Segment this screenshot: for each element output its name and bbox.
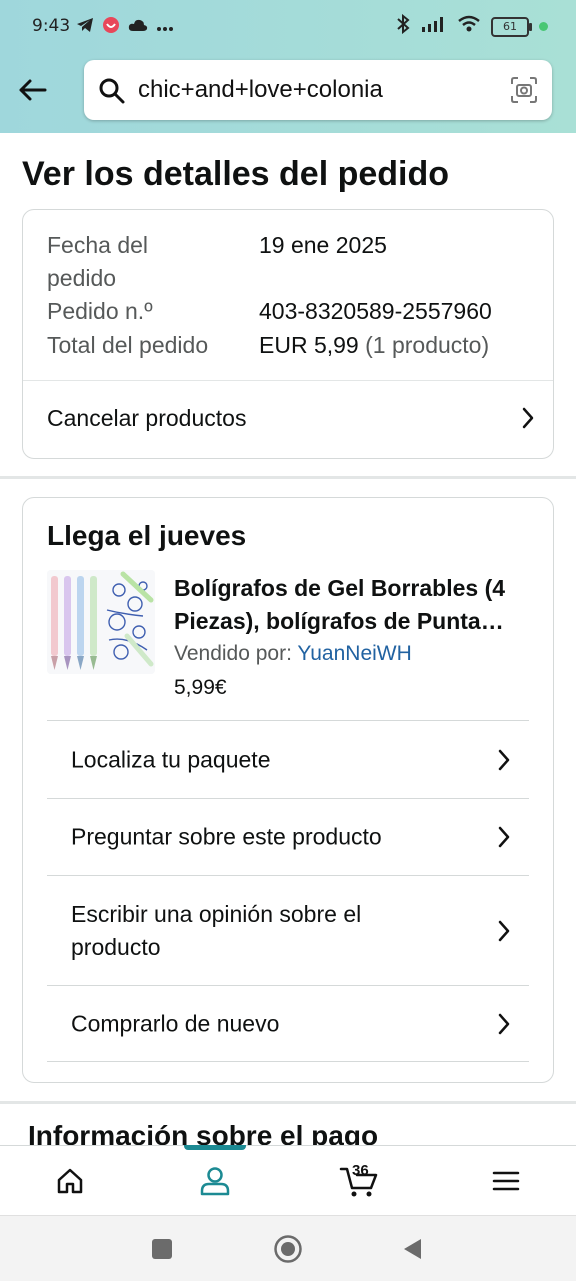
action-label: Preguntar sobre este producto — [71, 823, 382, 850]
signal-icon — [421, 16, 447, 37]
tab-cart[interactable] — [323, 1146, 395, 1216]
status-bar: 9:43 61 — [0, 0, 576, 56]
product-title-link[interactable]: Bolígrafos de Gel Borrables (4 Piezas), … — [174, 572, 534, 638]
order-total-value: EUR 5,99 — [259, 332, 359, 358]
seller-label: Vendido por: — [174, 642, 292, 665]
wifi-icon — [457, 15, 481, 38]
section-separator — [0, 476, 576, 479]
telegram-icon — [76, 17, 94, 38]
app-notification-icon — [102, 16, 120, 39]
home-system-button[interactable] — [268, 1234, 308, 1264]
cloud-icon — [128, 18, 148, 37]
order-total-label: Total del pedido — [47, 332, 209, 358]
product-image[interactable] — [47, 570, 155, 674]
tab-home[interactable] — [34, 1146, 106, 1216]
action-label: Escribir una opinión sobre el producto — [71, 900, 362, 960]
search-bar[interactable]: chic+and+love+colonia — [84, 60, 552, 120]
hamburger-menu-icon — [492, 1171, 520, 1191]
search-input[interactable]: chic+and+love+colonia — [138, 76, 383, 104]
back-system-button[interactable] — [392, 1234, 432, 1264]
write-review-link[interactable]: Escribir una opinión sobre el producto — [47, 875, 529, 985]
camera-indicator-icon — [539, 22, 548, 31]
status-time: 9:43 — [32, 16, 71, 36]
order-summary-card: Fecha del pedido 19 ene 2025 Pedido n.º … — [22, 209, 554, 459]
cancel-products-link[interactable]: Cancelar productos — [23, 381, 553, 455]
battery-icon: 61 — [491, 16, 532, 37]
order-date-label-2: pedido — [47, 265, 117, 291]
ask-product-question-link[interactable]: Preguntar sobre este producto — [47, 798, 529, 875]
shipment-card: Llega el jueves Bolígrafos de Gel Borrab… — [22, 497, 554, 1083]
top-bar: 9:43 61 chic+and+love+colonia — [0, 0, 576, 133]
track-package-link[interactable]: Localiza tu paquete — [47, 720, 529, 798]
order-date-label-1: Fecha del — [47, 232, 149, 258]
recent-apps-button[interactable] — [142, 1234, 182, 1264]
buy-again-link[interactable]: Comprarlo de nuevo — [47, 985, 529, 1062]
cancel-products-label: Cancelar productos — [47, 404, 247, 431]
camera-search-icon[interactable] — [510, 76, 538, 109]
chevron-right-icon — [497, 919, 511, 948]
arrival-heading: Llega el jueves — [47, 520, 247, 551]
tab-menu[interactable] — [470, 1146, 542, 1216]
order-number-label: Pedido n.º — [47, 298, 153, 324]
chevron-right-icon — [497, 748, 511, 777]
order-number-value: 403-8320589-2557960 — [259, 298, 492, 324]
chevron-right-icon — [521, 406, 535, 436]
tab-account[interactable] — [179, 1146, 251, 1216]
square-icon — [152, 1239, 172, 1259]
cart-count-badge: 36 — [352, 1162, 369, 1179]
more-notifications-icon — [156, 19, 174, 37]
triangle-back-icon — [404, 1239, 421, 1259]
user-icon — [200, 1167, 230, 1196]
search-icon — [98, 77, 126, 110]
section-separator — [0, 1101, 576, 1104]
action-label: Comprarlo de nuevo — [71, 1010, 280, 1036]
arrow-left-icon — [19, 79, 47, 101]
chevron-right-icon — [497, 825, 511, 854]
system-navigation-bar — [0, 1215, 576, 1281]
bluetooth-icon — [395, 13, 411, 39]
bottom-tab-bar: 36 — [0, 1145, 576, 1216]
order-total-count: (1 producto) — [365, 332, 490, 358]
action-label: Localiza tu paquete — [71, 746, 271, 772]
back-button[interactable] — [14, 72, 50, 108]
home-icon — [57, 1168, 83, 1194]
seller-link[interactable]: YuanNeiWH — [297, 642, 411, 665]
product-price: 5,99€ — [174, 676, 227, 699]
circle-icon — [274, 1235, 302, 1263]
order-date-value: 19 ene 2025 — [259, 232, 387, 258]
page-title: Ver los detalles del pedido — [22, 155, 450, 193]
chevron-right-icon — [497, 1012, 511, 1041]
